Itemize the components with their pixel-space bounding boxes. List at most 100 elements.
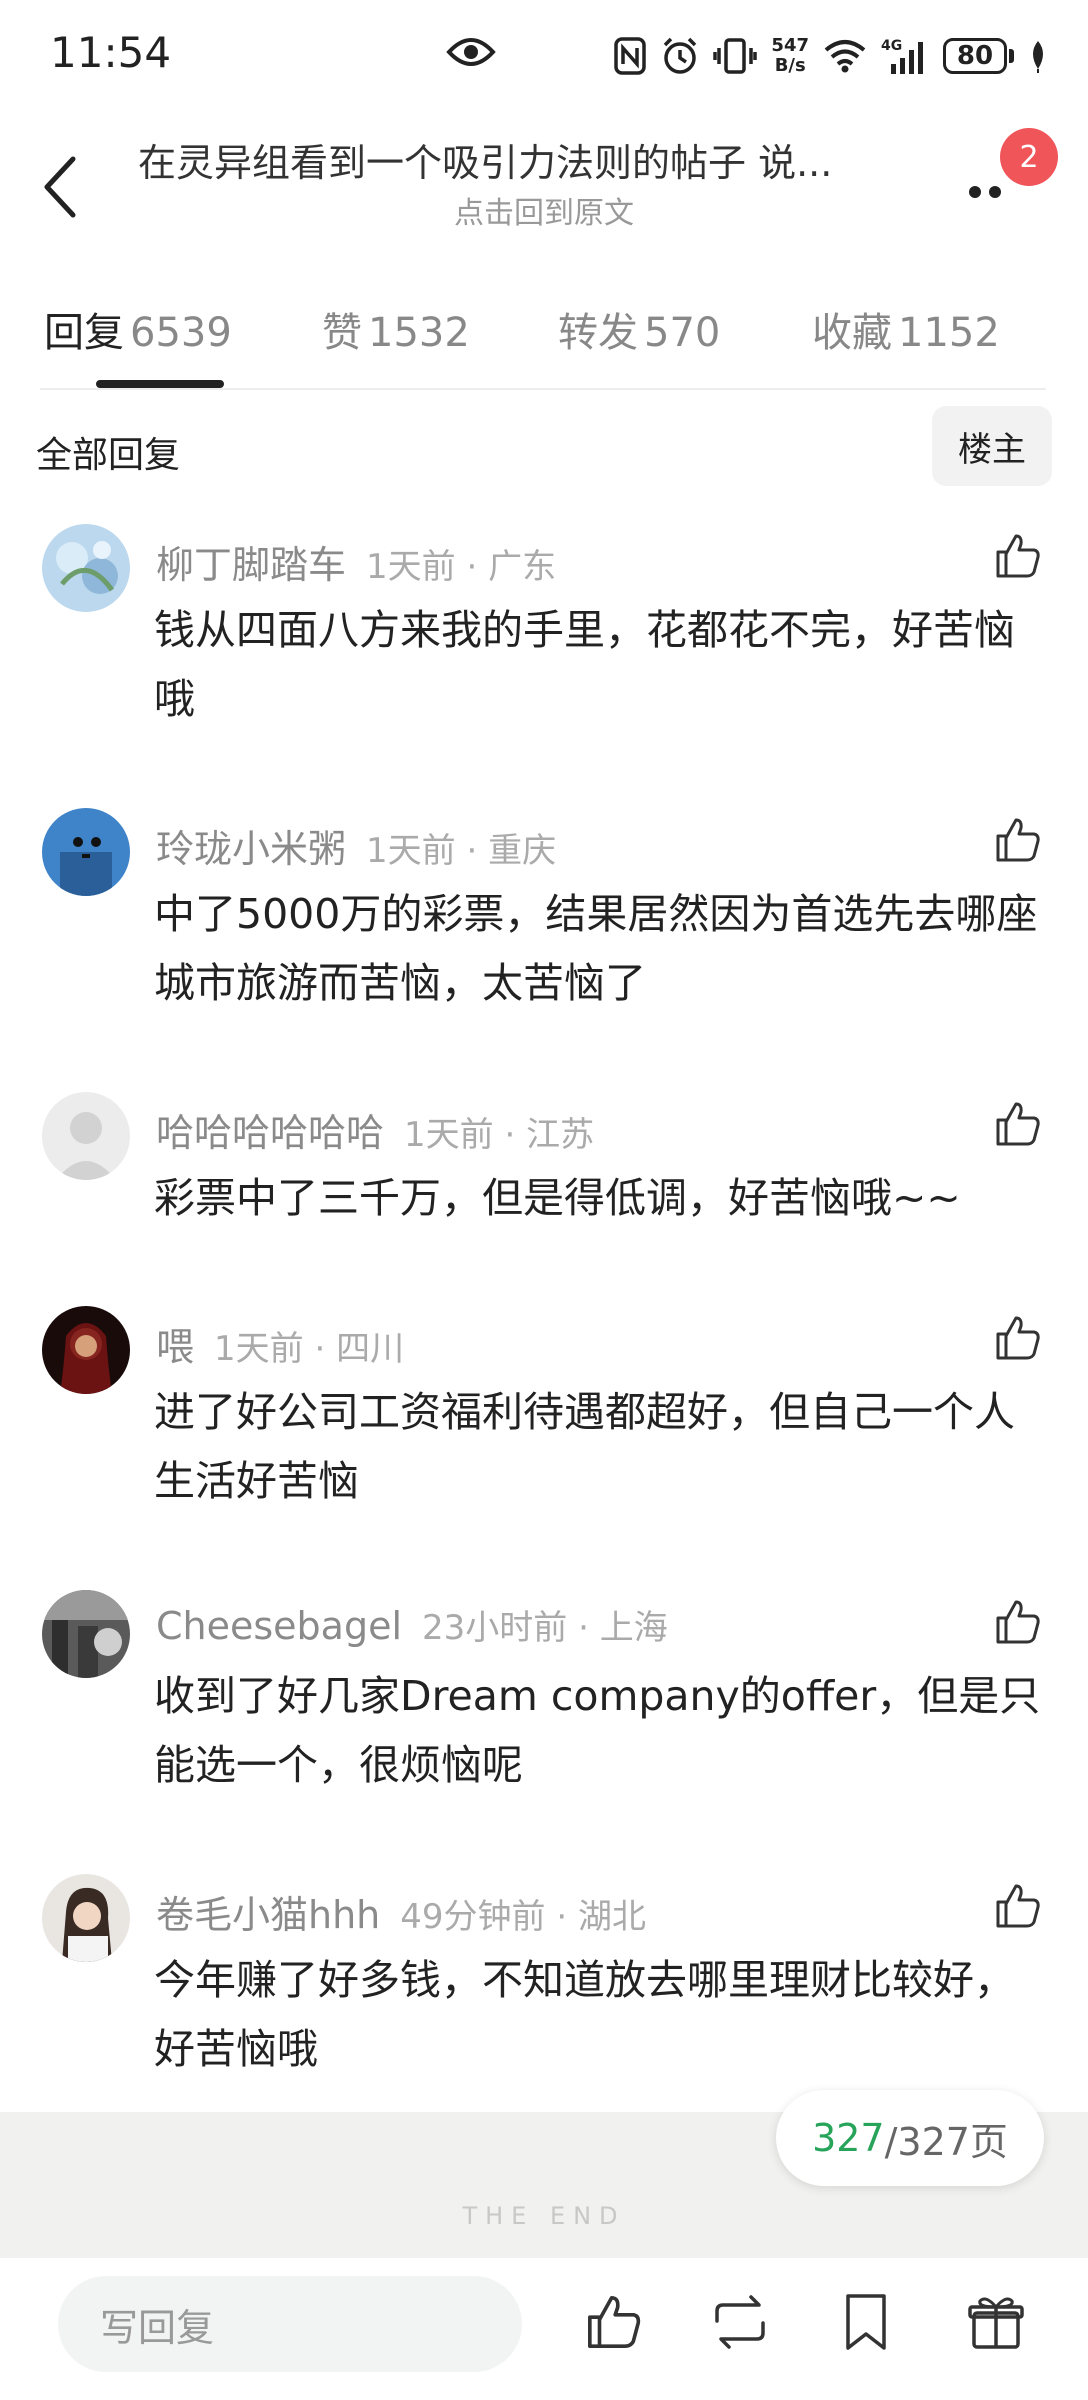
- comment-text: 钱从四面八方来我的手里，花都花不完，好苦恼哦: [154, 606, 1015, 723]
- thumbs-up-icon: [996, 1316, 1040, 1360]
- page-indicator[interactable]: 327/327页: [776, 2090, 1044, 2186]
- alarm-icon: [661, 36, 699, 76]
- nfc-icon: [613, 36, 647, 76]
- comment-time: 1天前: [404, 1115, 494, 1155]
- comment-text: 彩票中了三千万，但是得低调，好苦恼哦~~: [154, 1174, 961, 1222]
- tab-reposts[interactable]: 转发 570: [558, 300, 720, 358]
- tab-likes[interactable]: 赞 1532: [322, 300, 470, 358]
- comment-location: 广东: [488, 547, 557, 587]
- comment-time: 1天前: [214, 1329, 304, 1369]
- thumbs-up-icon: [996, 534, 1040, 578]
- comment-meta: 玲珑小米粥 1天前 · 重庆: [156, 818, 556, 873]
- eye-icon: [446, 34, 496, 74]
- back-button[interactable]: [34, 142, 84, 232]
- net-speed-value: 547: [771, 35, 809, 56]
- tab-count: 6539: [130, 310, 232, 356]
- like-button[interactable]: [990, 1594, 1046, 1650]
- avatar[interactable]: [42, 808, 130, 896]
- bottom-bar: 写回复: [0, 2258, 1088, 2400]
- username[interactable]: 卷毛小猫hhh: [156, 1893, 380, 1937]
- gift-icon[interactable]: [964, 2290, 1028, 2354]
- comment-location: 江苏: [526, 1115, 595, 1155]
- tab-count: 1152: [898, 310, 1000, 356]
- thumbs-up-icon: [996, 818, 1040, 862]
- like-icon[interactable]: [582, 2290, 646, 2354]
- like-button[interactable]: [990, 1310, 1046, 1366]
- location-separator: ·: [455, 547, 489, 587]
- tab-label: 赞: [322, 310, 362, 356]
- net-speed-unit: B/s: [774, 55, 806, 76]
- comment-text: 收到了好几家Dream company的offer，但是只能选一个，很烦恼呢: [154, 1672, 1041, 1789]
- battery-icon: 80: [943, 38, 1014, 74]
- repost-icon[interactable]: [708, 2290, 772, 2354]
- like-button[interactable]: [990, 812, 1046, 868]
- like-button[interactable]: [990, 1878, 1046, 1934]
- like-button[interactable]: [990, 528, 1046, 584]
- net-speed: 547 B/s: [771, 36, 809, 76]
- comment-meta: Cheesebagel 23小时前 · 上海: [156, 1600, 668, 1649]
- status-time: 11:54: [50, 28, 172, 77]
- owner-only-button[interactable]: 楼主: [932, 406, 1052, 486]
- status-icons: 547 B/s 4G 80: [613, 26, 1048, 86]
- tab-favorites[interactable]: 收藏 1152: [812, 300, 1000, 358]
- active-tab-indicator: [96, 380, 224, 388]
- back-to-original-link[interactable]: 点击回到原文: [138, 188, 950, 232]
- wifi-icon: [823, 38, 867, 74]
- tab-replies[interactable]: 回复 6539: [44, 300, 232, 358]
- post-title[interactable]: 在灵异组看到一个吸引力法则的帖子 说...: [138, 132, 928, 187]
- comment-meta: 卷毛小猫hhh 49分钟前 · 湖北: [156, 1884, 646, 1939]
- username[interactable]: 哈哈哈哈哈哈: [156, 1111, 384, 1155]
- comment-text: 进了好公司工资福利待遇都超好，但自己一个人生活好苦恼: [154, 1388, 1015, 1505]
- bookmark-icon[interactable]: [834, 2290, 898, 2354]
- signal-4g-icon: 4G: [881, 36, 929, 76]
- comment-time: 1天前: [366, 831, 456, 871]
- comment-time: 49分钟前: [400, 1897, 546, 1937]
- comment-location: 四川: [336, 1329, 405, 1369]
- comment-location: 重庆: [488, 831, 557, 871]
- avatar[interactable]: [42, 1590, 130, 1678]
- username[interactable]: 玲珑小米粥: [156, 827, 346, 871]
- tab-count: 1532: [368, 310, 470, 356]
- comment-meta: 柳丁脚踏车 1天前 · 广东: [156, 534, 556, 589]
- tab-label: 收藏: [812, 310, 892, 356]
- comment-location: 上海: [599, 1608, 668, 1648]
- like-button[interactable]: [990, 1096, 1046, 1152]
- thumbs-up-icon: [996, 1102, 1040, 1146]
- comment-text: 今年赚了好多钱，不知道放去哪里理财比较好，好苦恼哦: [154, 1956, 1015, 2073]
- avatar[interactable]: [42, 524, 130, 612]
- more-dots-icon: [969, 186, 1001, 198]
- location-separator: ·: [455, 831, 489, 871]
- the-end-label: THE END: [462, 2202, 626, 2230]
- thumbs-up-icon: [996, 1884, 1040, 1928]
- notification-badge[interactable]: 2: [1000, 128, 1058, 186]
- username[interactable]: 柳丁脚踏车: [156, 543, 346, 587]
- battery-level: 80: [943, 38, 1007, 74]
- comment-meta: 喂 1天前 · 四川: [156, 1316, 404, 1371]
- reply-input[interactable]: 写回复: [58, 2276, 522, 2372]
- location-separator: ·: [545, 1897, 578, 1937]
- tab-label: 回复: [44, 310, 124, 356]
- avatar[interactable]: [42, 1306, 130, 1394]
- back-arrow-icon: [44, 156, 76, 218]
- location-separator: ·: [493, 1115, 527, 1155]
- avatar[interactable]: [42, 1874, 130, 1962]
- username[interactable]: Cheesebagel: [156, 1604, 402, 1648]
- total-pages: /327页: [884, 2119, 1008, 2164]
- comment-text: 中了5000万的彩票，结果居然因为首选先去哪座城市旅游而苦恼，太苦恼了: [154, 890, 1038, 1007]
- current-page: 327: [812, 2116, 885, 2160]
- comment-time: 1天前: [366, 547, 456, 587]
- username[interactable]: 喂: [156, 1325, 194, 1369]
- status-bar: 11:54 547 B/s 4G 80: [0, 0, 1088, 112]
- avatar[interactable]: [42, 1092, 130, 1180]
- tab-label: 转发: [558, 310, 638, 356]
- leaf-icon: [1028, 39, 1048, 73]
- location-separator: ·: [567, 1608, 600, 1648]
- comment-meta: 哈哈哈哈哈哈 1天前 · 江苏: [156, 1102, 594, 1157]
- svg-text:4G: 4G: [881, 38, 902, 54]
- battery-tip: [1009, 49, 1014, 63]
- tab-count: 570: [644, 310, 721, 356]
- tab-bar: 回复 6539 赞 1532 转发 570 收藏 1152: [40, 290, 1046, 390]
- vibrate-icon: [713, 36, 758, 76]
- all-replies-label: 全部回复: [36, 435, 181, 476]
- comment-location: 湖北: [577, 1897, 646, 1937]
